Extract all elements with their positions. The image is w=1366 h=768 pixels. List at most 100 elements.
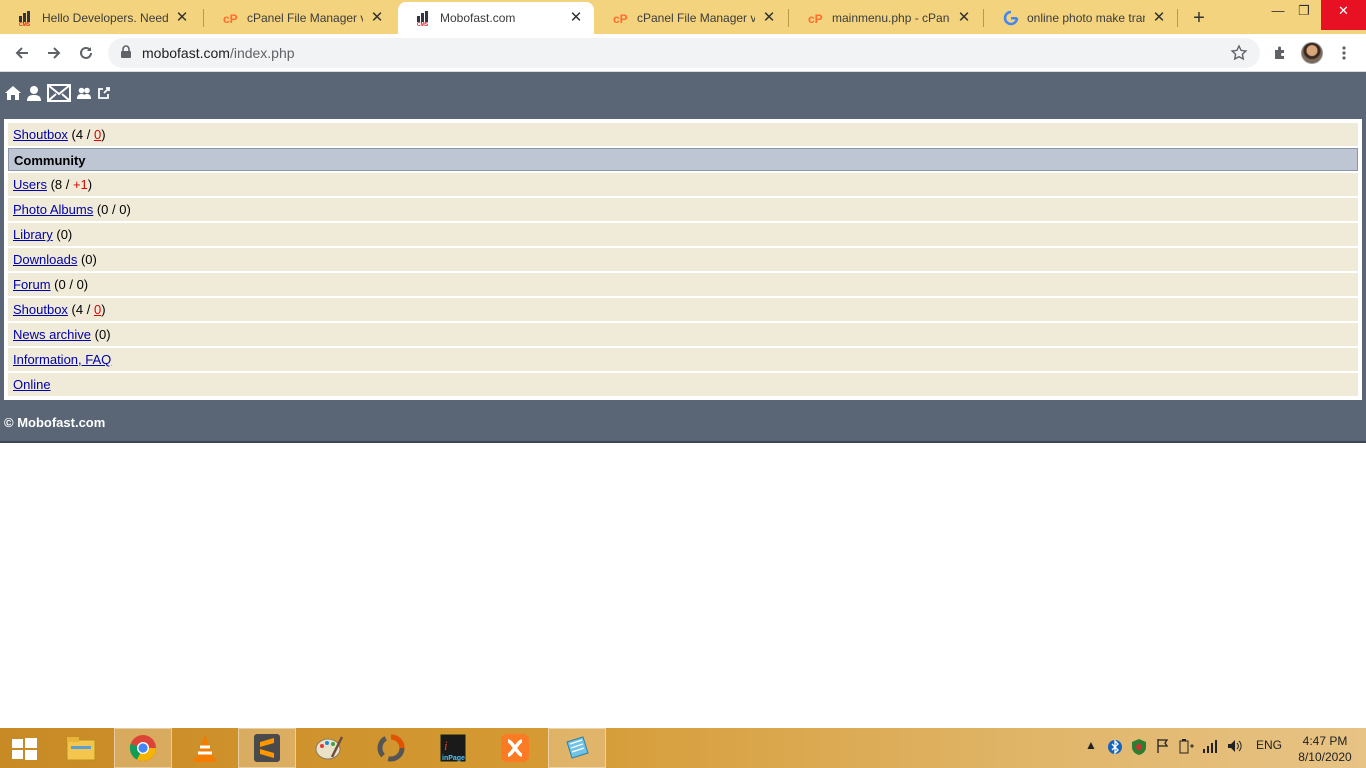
forum-count: (0 / 0) <box>50 277 89 292</box>
tab-title: online photo make trans <box>1027 11 1145 25</box>
url-path: /index.php <box>229 45 295 61</box>
library-count: (0) <box>52 227 73 242</box>
cpanel-favicon-icon: cP <box>223 10 239 26</box>
volume-icon[interactable] <box>1226 738 1244 754</box>
taskbar-clock[interactable]: 4:47 PM 8/10/2020 <box>1290 733 1360 765</box>
users-count-suffix: ) <box>87 177 93 192</box>
sublime-text-icon[interactable] <box>238 728 296 768</box>
menu-row-users: Users (8 / +1) <box>8 173 1358 196</box>
logout-icon[interactable] <box>97 86 111 100</box>
tab-close-icon[interactable]: ✕ <box>174 10 190 26</box>
main-menu-box: Shoutbox (4 / 0) Community Users (8 / +1… <box>0 117 1366 401</box>
chrome-icon[interactable] <box>114 728 172 768</box>
web-page: Shoutbox (4 / 0) Community Users (8 / +1… <box>0 72 1366 726</box>
file-explorer-icon[interactable] <box>52 728 110 768</box>
online-link[interactable]: Online <box>13 377 51 392</box>
site-footer: © Mobofast.com <box>0 401 1366 443</box>
tab-separator <box>203 9 204 27</box>
xampp-icon[interactable] <box>486 728 544 768</box>
new-tab-button[interactable]: + <box>1187 6 1211 30</box>
shoutbox-count-suffix: ) <box>101 127 106 142</box>
paint-icon[interactable] <box>300 728 358 768</box>
home-icon[interactable] <box>5 85 21 101</box>
url-domain: mobofast.com <box>142 45 230 61</box>
antivirus-tray-icon[interactable] <box>1130 738 1148 756</box>
tab-title: mainmenu.php - cPanel <box>832 11 950 25</box>
tab-close-icon[interactable]: ✕ <box>956 10 972 26</box>
windows-taskbar: i inPage ▲ ENG 4:47 PM 8/10/2020 <box>0 728 1366 768</box>
tab-separator <box>1177 9 1178 27</box>
library-link[interactable]: Library <box>13 227 53 242</box>
svg-text:i: i <box>444 738 448 753</box>
mail-icon[interactable] <box>47 84 71 102</box>
address-bar[interactable]: mobofast.com/index.php <box>108 38 1260 68</box>
recycle-app-icon[interactable] <box>362 728 420 768</box>
menu-row-news-archive: News archive (0) <box>8 323 1358 346</box>
browser-tab[interactable]: cP cPanel File Manager v3 ✕ <box>205 2 395 34</box>
tab-close-icon[interactable]: ✕ <box>369 10 385 26</box>
bookmark-star-icon[interactable] <box>1230 44 1248 67</box>
tab-close-icon[interactable]: ✕ <box>568 10 584 26</box>
downloads-link[interactable]: Downloads <box>13 252 77 267</box>
avatar <box>1301 42 1323 64</box>
menu-row-shoutbox: Shoutbox (4 / 0) <box>8 298 1358 321</box>
tab-close-icon[interactable]: ✕ <box>761 10 777 26</box>
svg-text:cP: cP <box>613 12 628 26</box>
battery-icon[interactable] <box>1178 738 1196 754</box>
users-link[interactable]: Users <box>13 177 47 192</box>
back-arrow-icon[interactable] <box>8 39 36 67</box>
menu-row-downloads: Downloads (0) <box>8 248 1358 271</box>
downloads-count: (0) <box>77 252 97 267</box>
browser-tab-active[interactable]: CMS Mobofast.com ✕ <box>398 2 594 34</box>
browser-tab[interactable]: cP mainmenu.php - cPanel ✕ <box>790 2 982 34</box>
cpanel-favicon-icon: cP <box>808 10 824 26</box>
users-icon[interactable] <box>77 87 91 99</box>
forum-link[interactable]: Forum <box>13 277 51 292</box>
shoutbox-link[interactable]: Shoutbox <box>13 127 68 142</box>
tab-close-icon[interactable]: ✕ <box>1151 10 1167 26</box>
menu-row-online: Online <box>8 373 1358 396</box>
browser-tab[interactable]: cP cPanel File Manager v3 ✕ <box>595 2 787 34</box>
svg-text:CMS: CMS <box>417 22 429 26</box>
main-menu-list: Shoutbox (4 / 0) Community Users (8 / +1… <box>4 119 1362 400</box>
browser-menu-icon[interactable] <box>1332 41 1356 65</box>
action-center-flag-icon[interactable] <box>1155 738 1171 754</box>
windows-start-icon[interactable] <box>10 736 38 762</box>
shoutbox-count-prefix: (4 / <box>67 302 94 317</box>
extensions-puzzle-icon[interactable] <box>1268 41 1292 65</box>
profile-avatar[interactable] <box>1300 41 1324 65</box>
network-signal-icon[interactable] <box>1202 738 1220 754</box>
users-new-count: +1 <box>72 177 88 192</box>
photo-albums-link[interactable]: Photo Albums <box>13 202 93 217</box>
inpage-icon[interactable]: i inPage <box>424 728 482 768</box>
site-header <box>0 72 1366 117</box>
menu-row-shoutbox-top: Shoutbox (4 / 0) <box>8 123 1358 146</box>
menu-row-information: Information, FAQ <box>8 348 1358 371</box>
news-archive-link[interactable]: News archive <box>13 327 91 342</box>
svg-text:cP: cP <box>223 12 238 26</box>
lock-icon[interactable] <box>120 45 132 64</box>
notepad-icon[interactable] <box>548 728 606 768</box>
information-faq-link[interactable]: Information, FAQ <box>13 352 111 367</box>
users-count-prefix: (8 / <box>46 177 73 192</box>
vlc-icon[interactable] <box>176 728 234 768</box>
reload-icon[interactable] <box>72 39 100 67</box>
clock-time: 4:47 PM <box>1302 734 1348 748</box>
svg-text:inPage: inPage <box>442 755 465 762</box>
cpanel-favicon-icon: cP <box>613 10 629 26</box>
browser-tab[interactable]: online photo make trans ✕ <box>985 2 1177 34</box>
forward-arrow-icon[interactable] <box>40 39 68 67</box>
window-close-icon[interactable]: ✕ <box>1321 0 1366 30</box>
browser-tab[interactable]: CMS Hello Developers. Need S ✕ <box>0 2 200 34</box>
bluetooth-icon[interactable] <box>1108 738 1122 756</box>
shoutbox-link[interactable]: Shoutbox <box>13 302 68 317</box>
tab-title: cPanel File Manager v3 <box>247 11 363 25</box>
menu-row-photo-albums: Photo Albums (0 / 0) <box>8 198 1358 221</box>
input-language-indicator[interactable]: ENG <box>1256 738 1282 752</box>
user-icon[interactable] <box>27 85 41 101</box>
restore-icon[interactable]: ❐ <box>1284 0 1324 30</box>
show-hidden-icons-icon[interactable]: ▲ <box>1085 738 1097 752</box>
cms-favicon-icon: CMS <box>18 10 34 26</box>
browser-tab-strip: CMS Hello Developers. Need S ✕ cP cPanel… <box>0 0 1366 34</box>
url-text: mobofast.com/index.php <box>142 45 295 61</box>
